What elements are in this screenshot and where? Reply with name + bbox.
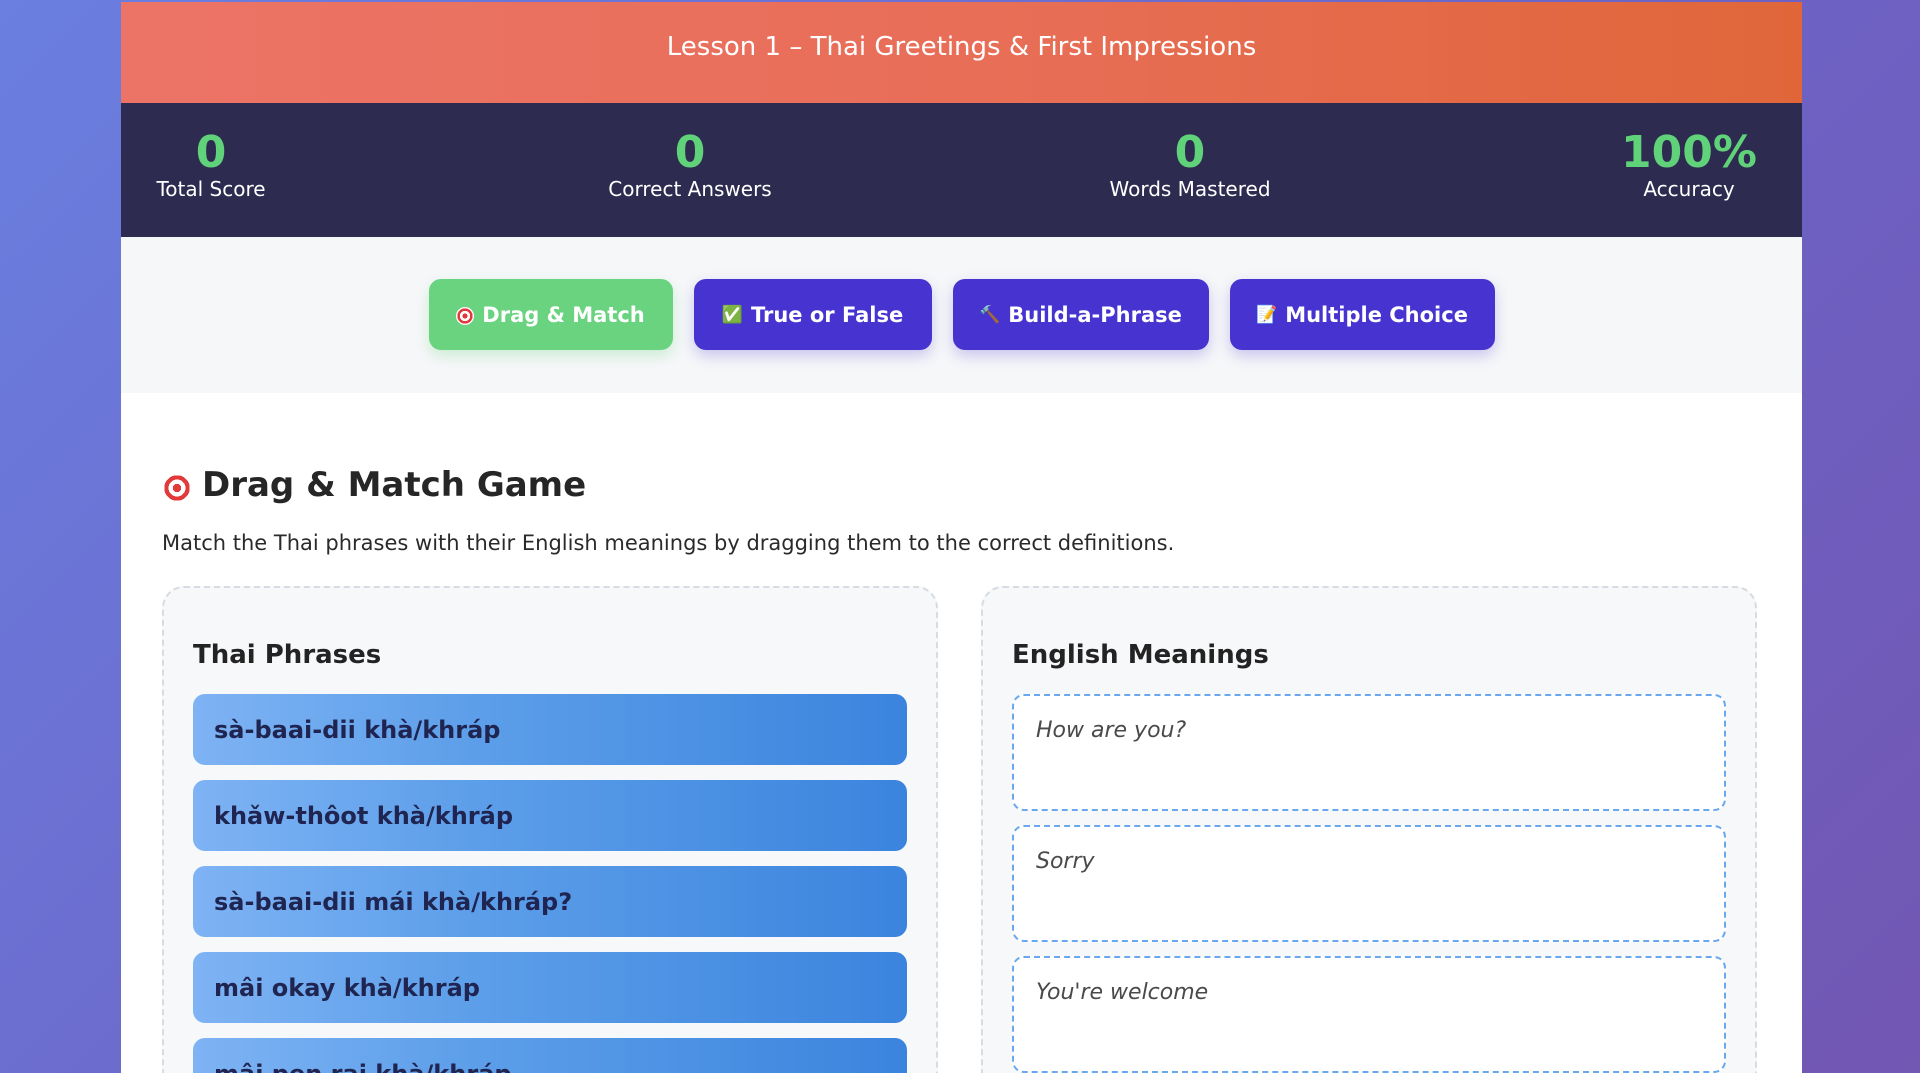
meaning-drop-zone[interactable]: How are you? <box>1012 694 1726 811</box>
multiple-choice-label: Multiple Choice <box>1285 302 1468 327</box>
thai-phrases-title: Thai Phrases <box>193 640 382 670</box>
draggable-phrase[interactable]: sà-baai-dii khà/khráp <box>193 694 907 765</box>
stat-total-score: 0 Total Score <box>156 127 266 202</box>
english-meanings-title: English Meanings <box>1012 640 1269 670</box>
game-title-text: Drag & Match Game <box>202 465 587 505</box>
game-mode-nav: Drag & Match ✅ True or False 🔨 Build-a-P… <box>121 237 1802 393</box>
draggable-phrase[interactable]: mâi pen rai khà/khráp <box>193 1038 907 1073</box>
stat-accuracy: 100% Accuracy <box>1621 127 1757 202</box>
stat-label: Accuracy <box>1643 177 1735 201</box>
stat-correct-answers: 0 Correct Answers <box>608 127 772 202</box>
build-phrase-label: Build-a-Phrase <box>1008 302 1182 327</box>
stats-bar: 0 Total Score 0 Correct Answers 0 Words … <box>121 103 1802 237</box>
english-meanings-panel: English Meanings How are you? Sorry You'… <box>981 586 1757 1073</box>
draggable-phrase[interactable]: sà-baai-dii mái khà/khráp? <box>193 866 907 937</box>
lesson-header: Lesson 1 – Thai Greetings & First Impres… <box>121 2 1802 103</box>
true-false-button[interactable]: ✅ True or False <box>693 279 932 350</box>
lesson-title: Lesson 1 – Thai Greetings & First Impres… <box>666 31 1257 62</box>
drag-match-button[interactable]: Drag & Match <box>428 279 673 350</box>
multiple-choice-button[interactable]: 📝 Multiple Choice <box>1229 279 1495 350</box>
match-columns: Thai Phrases sà-baai-dii khà/khráp khǎw-… <box>162 586 1761 1073</box>
thai-phrases-panel: Thai Phrases sà-baai-dii khà/khráp khǎw-… <box>162 586 938 1073</box>
draggable-phrase[interactable]: khǎw-thôot khà/khráp <box>193 780 907 851</box>
stat-label: Total Score <box>156 177 266 201</box>
hammer-icon: 🔨 <box>979 304 1001 325</box>
stat-value: 0 <box>1174 127 1206 178</box>
stat-value: 0 <box>674 127 706 178</box>
stat-value: 100% <box>1621 127 1757 178</box>
target-icon <box>162 473 192 503</box>
drag-match-label: Drag & Match <box>482 302 645 327</box>
game-content: Drag & Match Game Match the Thai phrases… <box>121 393 1802 1073</box>
stat-label: Words Mastered <box>1109 177 1271 201</box>
target-icon <box>456 306 475 325</box>
stat-value: 0 <box>195 127 227 178</box>
game-description: Match the Thai phrases with their Englis… <box>162 531 1175 555</box>
meaning-drop-zone[interactable]: Sorry <box>1012 825 1726 942</box>
build-phrase-button[interactable]: 🔨 Build-a-Phrase <box>952 279 1209 350</box>
stat-label: Correct Answers <box>608 177 772 201</box>
meaning-drop-zone[interactable]: You're welcome <box>1012 956 1726 1073</box>
true-false-label: True or False <box>750 302 904 327</box>
game-title: Drag & Match Game <box>162 465 1761 505</box>
app-container: Lesson 1 – Thai Greetings & First Impres… <box>121 2 1802 1073</box>
stat-words-mastered: 0 Words Mastered <box>1109 127 1271 202</box>
check-box-icon: ✅ <box>721 304 743 325</box>
draggable-phrase[interactable]: mâi okay khà/khráp <box>193 952 907 1023</box>
memo-icon: 📝 <box>1256 304 1278 325</box>
